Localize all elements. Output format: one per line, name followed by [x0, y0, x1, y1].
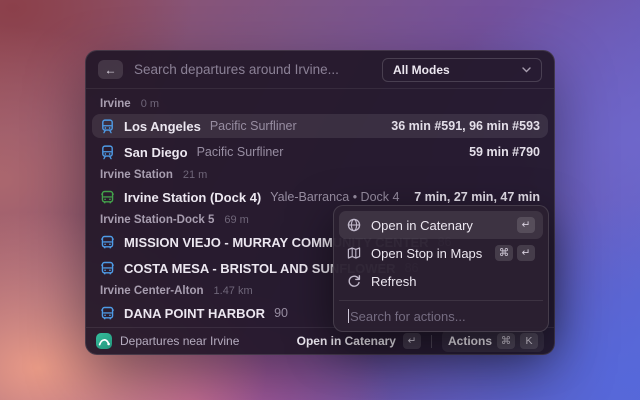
- section-title: Irvine Station: [100, 168, 173, 182]
- mode-filter-value: All Modes: [393, 63, 450, 77]
- map-icon: [347, 246, 361, 260]
- actions-search-input[interactable]: [350, 309, 534, 324]
- list-item-san-diego[interactable]: San Diego Pacific Surfliner 59 min #790: [92, 140, 548, 164]
- return-key-badge: ↵: [517, 217, 535, 233]
- section-header: Irvine Station 21 m: [100, 168, 540, 182]
- chevron-down-icon: [522, 67, 531, 73]
- section-distance: 69 m: [224, 213, 248, 227]
- row-subtitle: Pacific Surfliner: [210, 119, 297, 133]
- return-key-badge: ↵: [517, 245, 535, 261]
- menu-item-label: Open Stop in Maps: [371, 246, 482, 261]
- row-accessory: 36 min #591, 96 min #593: [391, 119, 540, 133]
- search-bar: ← All Modes: [86, 51, 554, 89]
- bus-icon: [100, 306, 115, 321]
- menu-item-open-stop-in-maps[interactable]: Open Stop in Maps ⌘ ↵: [339, 239, 543, 267]
- list-item-los-angeles[interactable]: Los Angeles Pacific Surfliner 36 min #59…: [92, 114, 548, 138]
- back-button[interactable]: ←: [98, 60, 123, 79]
- row-accessory: 7 min, 27 min, 47 min: [414, 190, 540, 204]
- footer-primary-action[interactable]: Open in Catenary: [297, 334, 396, 348]
- footer-app-label: Departures near Irvine: [120, 334, 239, 348]
- row-title: San Diego: [124, 145, 188, 160]
- bus-icon: [100, 261, 115, 276]
- command-key-badge: ⌘: [497, 333, 515, 349]
- row-subtitle: 90: [274, 306, 288, 320]
- section-distance: 1.47 km: [214, 284, 253, 298]
- row-title: Los Angeles: [124, 119, 201, 134]
- command-key-badge: ⌘: [495, 245, 513, 261]
- row-title: Irvine Station (Dock 4): [124, 190, 261, 205]
- train-icon: [100, 145, 115, 160]
- row-accessory: 59 min #790: [469, 145, 540, 159]
- menu-item-label: Open in Catenary: [371, 218, 473, 233]
- bus-icon: [100, 235, 115, 250]
- k-key-badge: K: [520, 333, 538, 349]
- text-caret: [348, 309, 349, 323]
- catenary-app-icon: [96, 333, 112, 349]
- actions-menu: Open in Catenary ↵ Open Stop in Maps ⌘ ↵…: [333, 205, 549, 332]
- search-input[interactable]: [134, 62, 382, 77]
- refresh-icon: [347, 274, 361, 288]
- menu-item-open-in-catenary[interactable]: Open in Catenary ↵: [339, 211, 543, 239]
- actions-search: [339, 300, 543, 331]
- globe-icon: [347, 218, 361, 232]
- train-icon: [100, 119, 115, 134]
- section-title: Irvine Center-Alton: [100, 284, 204, 298]
- section-title: Irvine: [100, 97, 131, 111]
- section-title: Irvine Station-Dock 5: [100, 213, 214, 227]
- back-arrow-icon: ←: [105, 63, 117, 77]
- menu-item-label: Refresh: [371, 274, 417, 289]
- row-title: DANA POINT HARBOR: [124, 306, 265, 321]
- menu-item-refresh[interactable]: Refresh: [339, 267, 543, 295]
- actions-button[interactable]: Actions ⌘ K: [442, 330, 544, 352]
- bus-icon: [100, 190, 115, 205]
- row-subtitle: Pacific Surfliner: [197, 145, 284, 159]
- mode-filter-dropdown[interactable]: All Modes: [382, 58, 542, 82]
- return-key-badge: ↵: [403, 333, 421, 349]
- row-subtitle: Yale-Barranca • Dock 4: [270, 190, 399, 204]
- section-distance: 21 m: [183, 168, 207, 182]
- section-header: Irvine 0 m: [100, 97, 540, 111]
- actions-label: Actions: [448, 334, 492, 348]
- footer-divider: [431, 335, 432, 348]
- section-distance: 0 m: [141, 97, 159, 111]
